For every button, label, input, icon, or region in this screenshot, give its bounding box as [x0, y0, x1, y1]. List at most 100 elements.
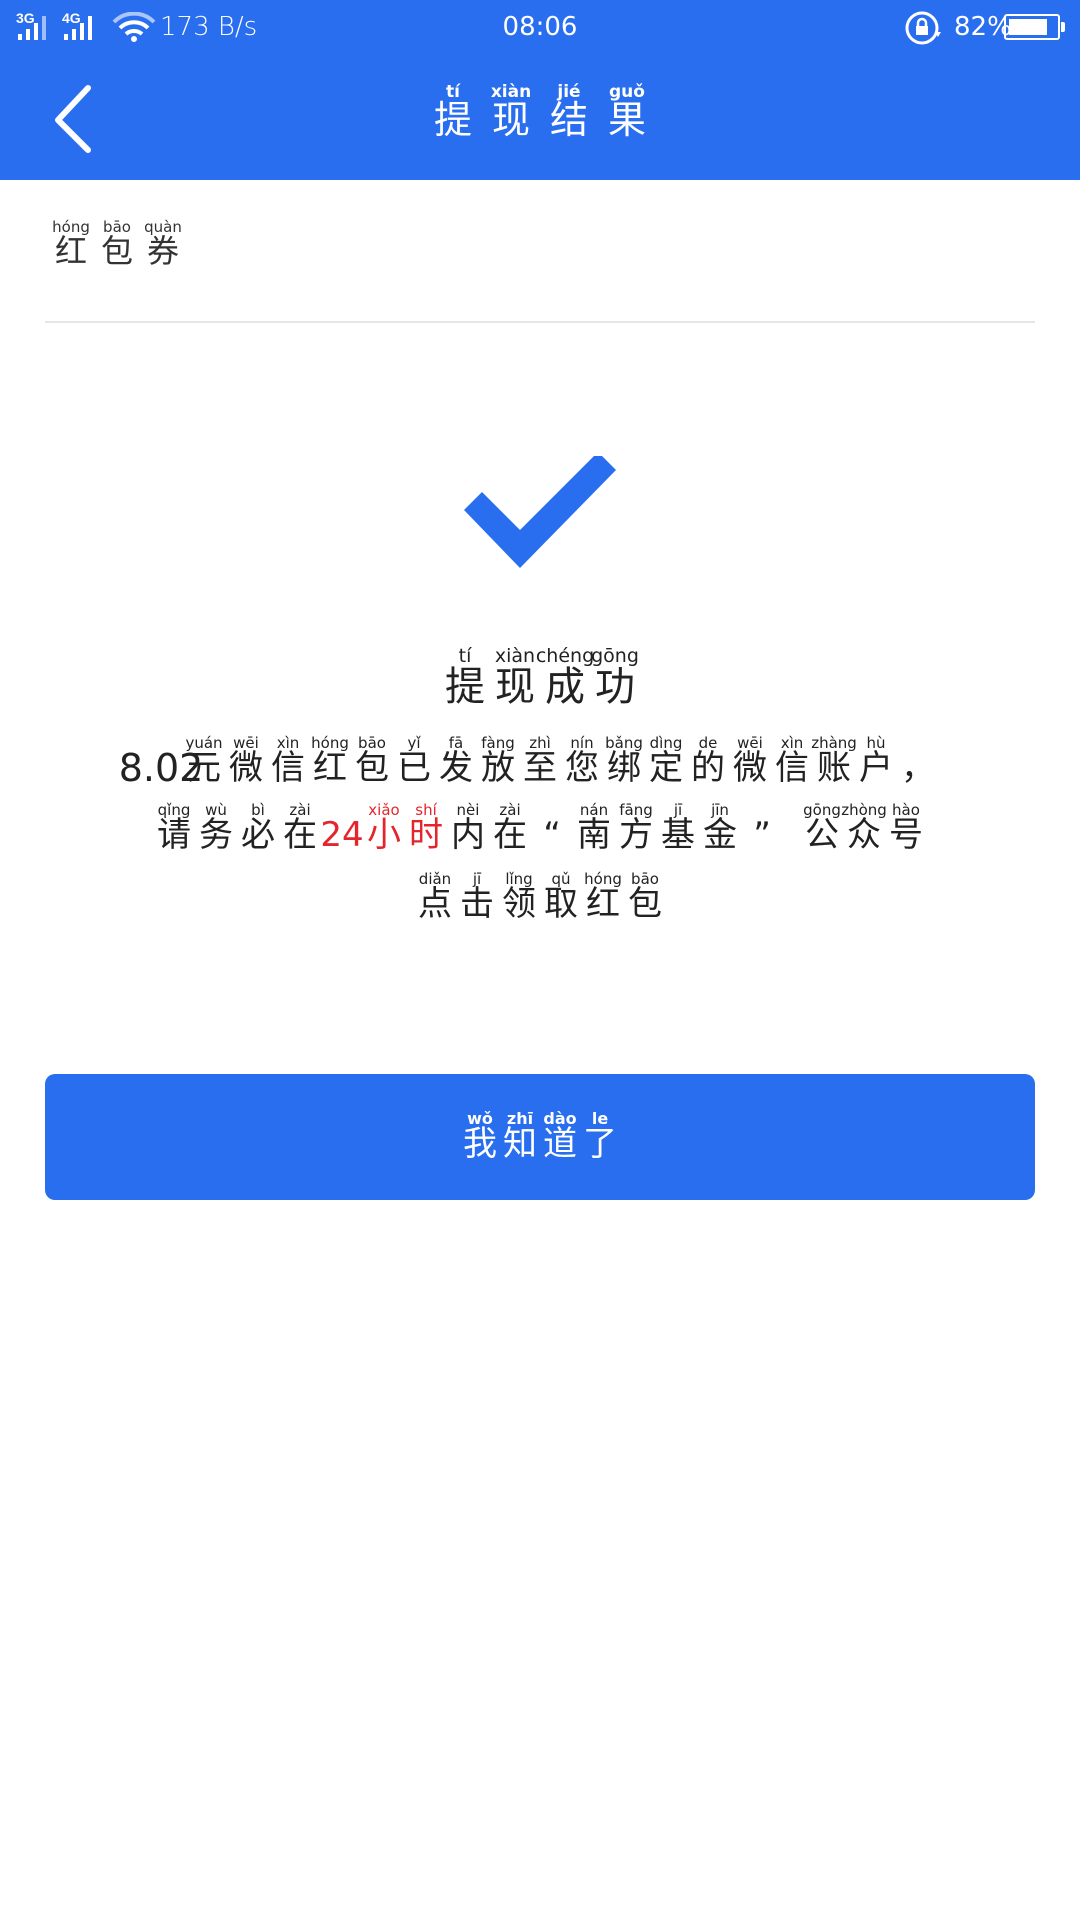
hanzi: 小 [367, 815, 401, 855]
hanzi: 果 [607, 98, 646, 142]
message-line-2-text-b: nèi 内 zài 在 [447, 803, 531, 854]
hanzi: 击 [460, 884, 494, 924]
ruby-char: jié 结 [540, 84, 598, 141]
ruby-char: lǐng 领 [498, 872, 540, 923]
hanzi: 结 [549, 98, 588, 142]
hanzi: 道 [543, 1124, 577, 1165]
ruby-char: xiàn 现 [490, 647, 540, 709]
ruby-char: yuán 元 [183, 736, 225, 787]
hanzi: 时 [409, 815, 443, 855]
message-line-1-text: yuán 元 wēi 微 xìn 信 hóng 红 bāo 包 yǐ 已 fā 发 fàng 放 zhì 至 nín… [183, 736, 939, 787]
ruby-char: dào 道 [540, 1111, 580, 1163]
ruby-char: zhàng 账 [811, 736, 857, 789]
hanzi: 在 [493, 815, 527, 855]
ruby-char: wēi 微 [729, 736, 771, 787]
hanzi: 账 [817, 748, 851, 789]
hanzi: 务 [199, 815, 233, 855]
ruby-char: jī 基 [657, 803, 699, 854]
hanzi: 信 [775, 748, 809, 789]
deadline-hours: 24 [320, 815, 364, 855]
ruby-char: zhòng 众 [841, 803, 887, 855]
hanzi: 包 [355, 748, 389, 789]
ruby-char: yǐ 已 [393, 736, 435, 787]
hanzi: 必 [241, 815, 275, 855]
hanzi: 取 [544, 884, 578, 924]
battery-level-fill [1009, 19, 1047, 35]
hanzi: 信 [271, 748, 305, 789]
ruby-char: ， [897, 736, 939, 787]
message-line-2-text-a: qǐng 请 wù 务 bì 必 zài 在 [153, 803, 321, 854]
ruby-char: bāo 包 [624, 872, 666, 923]
hanzi: 内 [451, 815, 485, 855]
ruby-char: bǎng 绑 [603, 736, 645, 787]
hanzi: 众 [847, 815, 881, 855]
hanzi: 在 [283, 815, 317, 855]
hanzi: 微 [229, 748, 263, 789]
ruby-char: diǎn 点 [414, 872, 456, 923]
message-line-2-text-c: gōng 公 zhòng 众 hào 号 [801, 803, 927, 854]
ruby-char: zài 在 [489, 803, 531, 854]
hanzi: 红 [54, 232, 87, 270]
hanzi: 已 [397, 748, 431, 789]
ruby-char: guǒ 果 [598, 84, 656, 141]
ruby-char: jīn 金 [699, 803, 741, 854]
ruby-char: hù 户 [855, 736, 897, 787]
hanzi: 元 [187, 748, 221, 789]
hanzi: 领 [502, 884, 536, 924]
ruby-char: xiǎo 小 [363, 803, 405, 854]
hanzi: 包 [100, 232, 133, 270]
battery-cap [1061, 22, 1065, 32]
status-bar: 3G 4G 173 B/s 08:06 82% [0, 0, 1080, 58]
hanzi: 知 [503, 1124, 537, 1165]
hanzi: 您 [565, 748, 599, 789]
ruby-char: chéng 成 [536, 647, 594, 710]
header-bar: 3G 4G 173 B/s 08:06 82% tí 提 xiàn 现 jié … [0, 0, 1080, 180]
amount-group: 8.02 [119, 734, 204, 787]
hanzi: 提 [433, 98, 472, 142]
ruby-char: hóng 红 [309, 736, 351, 787]
hanzi: 公 [805, 815, 839, 855]
ruby-char: bì 必 [237, 803, 279, 854]
ruby-char: nán 南 [573, 803, 615, 854]
hanzi: 功 [595, 664, 635, 710]
hanzi: 绑 [607, 748, 641, 789]
ruby-char: xìn 信 [771, 736, 813, 787]
ruby-char: fàng 放 [477, 736, 519, 787]
hanzi: 包 [628, 884, 662, 924]
ruby-char: quàn 券 [140, 220, 186, 269]
quote-close: ” [753, 815, 771, 855]
ruby-char: jī 击 [456, 872, 498, 923]
hanzi: 方 [619, 815, 653, 855]
hanzi: 定 [649, 748, 683, 789]
ruby-char: hóng 红 [582, 872, 624, 923]
deadline-unit: xiǎo 小 shí 时 [363, 803, 447, 854]
ruby-char: fā 发 [435, 736, 477, 787]
hanzi: 金 [703, 815, 737, 855]
hanzi: ， [901, 748, 935, 789]
divider [45, 321, 1035, 323]
hanzi: 红 [313, 748, 347, 789]
ruby-char: bāo 包 [351, 736, 393, 787]
hanzi: 发 [439, 748, 473, 789]
hanzi: 微 [733, 748, 767, 789]
got-it-button[interactable]: wǒ 我 zhī 知 dào 道 le 了 [45, 1074, 1035, 1200]
ruby-char: wù 务 [195, 803, 237, 854]
hanzi: 南 [577, 815, 611, 855]
result-message-line-2: qǐng 请 wù 务 bì 必 zài 在 24 xiǎo 小 shí 时 nèi 内 zài 在 “ … [0, 803, 1080, 854]
ruby-char: shí 时 [405, 803, 447, 854]
result-message-line-3: diǎn 点 jī 击 lǐng 领 qǔ 取 hóng 红 bāo 包 [0, 872, 1080, 923]
section-label-red-packet-coupon: hóng 红 bāo 包 quàn 券 [48, 220, 186, 269]
hanzi: 成 [545, 664, 585, 710]
battery-icon [1004, 14, 1060, 40]
quote-open: “ [543, 815, 561, 855]
hanzi: 我 [463, 1124, 497, 1165]
page-title: tí 提 xiàn 现 jié 结 guǒ 果 [0, 84, 1080, 141]
ruby-char: hóng 红 [48, 220, 94, 269]
ruby-char: le 了 [580, 1111, 620, 1163]
hanzi: 的 [691, 748, 725, 789]
hanzi: 请 [157, 815, 191, 855]
checkmark-icon [464, 456, 616, 568]
hanzi: 放 [481, 748, 515, 789]
ruby-char: qǔ 取 [540, 872, 582, 923]
ruby-char: zài 在 [279, 803, 321, 854]
